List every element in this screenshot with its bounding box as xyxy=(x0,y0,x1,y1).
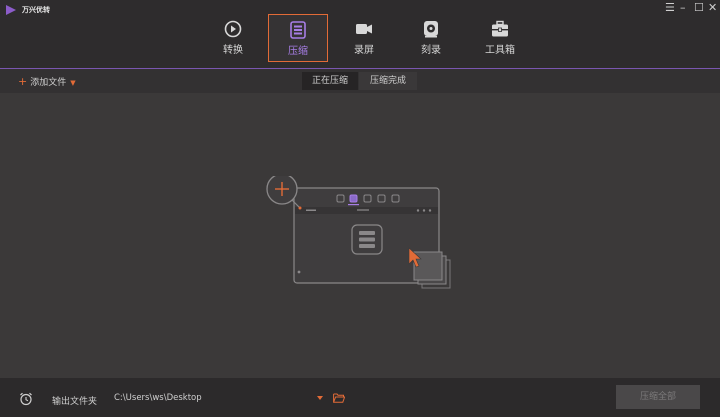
nav-compress-label: 压缩 xyxy=(288,46,308,57)
plus-icon: + xyxy=(18,75,28,88)
add-file-illustration[interactable] xyxy=(262,176,457,296)
nav-record-label: 录屏 xyxy=(354,45,374,56)
compress-icon xyxy=(290,21,306,39)
nav-compress[interactable]: 压缩 xyxy=(268,14,328,62)
add-file-label: 添加文件 xyxy=(30,78,67,88)
alarm-clock-icon[interactable] xyxy=(19,392,33,406)
output-folder-label: 输出文件夹 xyxy=(52,397,98,407)
burn-disc-icon xyxy=(424,21,438,38)
output-path-field[interactable] xyxy=(110,389,334,407)
compress-all-button[interactable]: 压缩全部 xyxy=(616,385,700,409)
convert-icon xyxy=(224,20,242,38)
close-button[interactable]: ✕ xyxy=(708,2,717,14)
record-icon xyxy=(356,24,372,34)
tab-compressed[interactable]: 压缩完成 xyxy=(359,72,417,90)
chevron-down-icon[interactable] xyxy=(317,396,323,400)
minimize-button[interactable]: – xyxy=(680,2,686,14)
chevron-down-icon[interactable]: ▼ xyxy=(70,79,75,87)
maximize-button[interactable]: ☐ xyxy=(694,2,704,14)
menu-icon[interactable]: ☰ xyxy=(665,2,675,14)
nav-toolbox-label: 工具箱 xyxy=(485,45,515,56)
nav-record[interactable]: 录屏 xyxy=(334,14,394,62)
add-file-button[interactable]: + 添加文件 ▼ xyxy=(18,75,76,88)
drop-area[interactable] xyxy=(0,93,720,378)
app-title: 万兴优转 xyxy=(22,6,50,14)
folder-open-icon[interactable] xyxy=(333,393,345,403)
nav-convert[interactable]: 转换 xyxy=(203,14,263,62)
nav-burn[interactable]: 刻录 xyxy=(401,14,461,62)
nav-convert-label: 转换 xyxy=(223,45,243,56)
nav-toolbox[interactable]: 工具箱 xyxy=(470,14,530,62)
bottom-bar xyxy=(0,378,720,417)
toolbox-icon xyxy=(492,20,508,37)
app-logo-icon xyxy=(6,5,16,15)
nav-burn-label: 刻录 xyxy=(421,45,441,56)
tab-compressing[interactable]: 正在压缩 xyxy=(302,72,358,90)
